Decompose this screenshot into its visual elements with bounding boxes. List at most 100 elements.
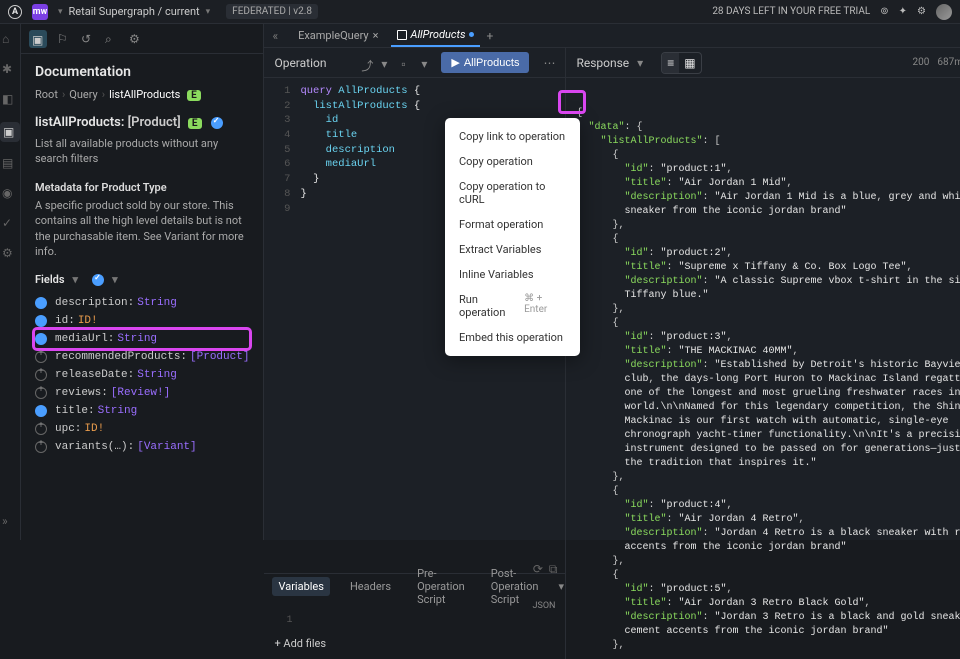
chevron-down-icon[interactable]: ▾ (58, 7, 63, 17)
operation-tabs: « ExampleQuery × AllProducts + (264, 24, 960, 48)
menu-copy-curl[interactable]: Copy operation to cURL (445, 174, 580, 212)
chevron-down-icon[interactable]: ▾ (421, 57, 433, 69)
org-badge[interactable]: mw (32, 4, 48, 20)
chevron-down-icon[interactable]: ▾ (558, 580, 564, 593)
field-reviews[interactable]: reviews: [Review!] (35, 384, 249, 402)
tab-allproducts[interactable]: AllProducts (391, 24, 481, 47)
more-menu-button[interactable]: ⋯ (543, 56, 555, 70)
check-icon (35, 315, 47, 327)
run-button[interactable]: ▶ AllProducts (441, 52, 529, 73)
table-view-icon[interactable]: ▦ (679, 53, 700, 73)
field-id[interactable]: id: ID! (35, 312, 249, 330)
rail-checks-icon[interactable]: ✓ (2, 216, 18, 232)
notifications-icon[interactable]: ✦ (899, 6, 907, 17)
operation-menu: Copy link to operation Copy operation Co… (445, 118, 580, 356)
lifebuoy-icon[interactable]: ⊚ (880, 6, 888, 17)
chevron-down-icon[interactable]: ▾ (381, 57, 393, 69)
save-icon[interactable]: ▫ (401, 57, 413, 69)
federated-badge: FEDERATED | v2.8 (226, 4, 318, 19)
tab-examplequery[interactable]: ExampleQuery × (292, 25, 384, 46)
history-icon[interactable]: ↺ (81, 32, 95, 46)
chevron-down-icon[interactable]: ▾ (206, 7, 211, 17)
breadcrumb[interactable]: Root›Query›listAllProducts E (35, 88, 249, 101)
topbar: A mw ▾ Retail Supergraph / current ▾ FED… (0, 0, 960, 24)
plus-icon (35, 387, 47, 399)
tab-headers[interactable]: Headers (344, 577, 397, 596)
field-title[interactable]: title: String (35, 402, 249, 420)
fields-heading: Fields ▾ ▾ (35, 273, 249, 286)
field-variants[interactable]: variants(…): [Variant] (35, 438, 249, 456)
bookmark-icon[interactable]: ⚐ (57, 32, 71, 46)
tab-variables[interactable]: Variables (272, 577, 330, 596)
rail-clients-icon[interactable]: ◉ (2, 186, 18, 202)
rail-graph-icon[interactable]: ✱ (2, 62, 18, 78)
type-description: List all available products without any … (35, 136, 249, 167)
rail-changes-icon[interactable]: ▤ (2, 156, 18, 172)
avatar[interactable] (936, 4, 952, 20)
unsaved-dot-icon (469, 32, 474, 37)
menu-embed[interactable]: Embed this operation (445, 325, 580, 350)
plus-icon (35, 423, 47, 435)
view-toggle[interactable]: ≡ ▦ (661, 52, 701, 74)
share-icon[interactable]: ⤴ (361, 57, 373, 69)
menu-copy-operation[interactable]: Copy operation (445, 149, 580, 174)
rail-schema-icon[interactable]: ◧ (2, 92, 18, 108)
close-icon[interactable]: × (373, 29, 379, 42)
metadata-heading: Metadata for Product Type (35, 181, 249, 194)
entity-badge: E (188, 118, 202, 129)
plus-icon (35, 351, 47, 363)
prettify-icon[interactable]: ⟳ (533, 562, 543, 577)
variables-editor[interactable]: 1 (264, 615, 565, 631)
field-mediaurl[interactable]: mediaUrl: String (35, 330, 249, 348)
menu-format[interactable]: Format operation (445, 212, 580, 237)
response-body[interactable]: { "data": { "listAllProducts": [ { "id":… (566, 101, 960, 659)
check-icon (35, 405, 47, 417)
field-releasedate[interactable]: releaseDate: String (35, 366, 249, 384)
entity-badge: E (187, 90, 201, 101)
rail-settings-icon[interactable]: ⚙ (2, 246, 18, 262)
documentation-panel: ▣ ⚐ ↺ ⌕ ⚙ Documentation Root›Query›listA… (21, 24, 264, 540)
response-title: Response (576, 56, 629, 70)
check-icon (35, 297, 47, 309)
gear-icon[interactable]: ⚙ (129, 32, 143, 46)
trial-notice[interactable]: 28 DAYS LEFT IN YOUR FREE TRIAL (712, 6, 870, 17)
menu-inline-vars[interactable]: Inline Variables (445, 262, 580, 287)
check-icon[interactable] (92, 274, 104, 286)
status-code: 200 (913, 57, 930, 68)
graph-breadcrumb[interactable]: Retail Supergraph / current (69, 5, 200, 18)
doc-toolbar: ▣ ⚐ ↺ ⌕ ⚙ (21, 24, 263, 54)
operation-bottom-tabs: Variables Headers Pre-Operation Script P… (264, 573, 565, 599)
field-upc[interactable]: upc: ID! (35, 420, 249, 438)
list-view-icon[interactable]: ≡ (662, 53, 679, 73)
search-icon[interactable]: ⌕ (105, 32, 119, 46)
document-icon (397, 30, 407, 40)
plus-icon (35, 369, 47, 381)
rail-explorer-icon[interactable]: ▣ (0, 122, 20, 142)
menu-extract-vars[interactable]: Extract Variables (445, 237, 580, 262)
response-time: 687ms (937, 57, 960, 68)
copy-icon[interactable]: ⧉ (549, 562, 558, 577)
settings-gear-icon[interactable]: ⚙ (917, 6, 926, 17)
menu-run[interactable]: Run operation⌘ + Enter (445, 287, 580, 325)
left-rail: ⌂ ✱ ◧ ▣ ▤ ◉ ✓ ⚙ » (0, 24, 21, 540)
apollo-logo-icon[interactable]: A (8, 5, 22, 19)
chevron-down-icon[interactable]: ▾ (112, 273, 118, 286)
chevron-down-icon[interactable]: ▾ (637, 56, 643, 70)
documentation-heading: Documentation (35, 64, 249, 80)
menu-copy-link[interactable]: Copy link to operation (445, 124, 580, 149)
field-description[interactable]: description: String (35, 294, 249, 312)
chevron-down-icon[interactable]: ▾ (73, 273, 79, 286)
operation-title: Operation (274, 56, 353, 70)
field-recommended[interactable]: recommendedProducts: [Product] (35, 348, 249, 366)
rail-expand-icon[interactable]: » (2, 514, 18, 530)
metadata-description: A specific product sold by our store. Th… (35, 198, 249, 260)
rail-home-icon[interactable]: ⌂ (2, 32, 18, 48)
check-icon (211, 117, 223, 129)
collapse-icon[interactable]: « (272, 29, 278, 43)
json-label: JSON (264, 599, 565, 615)
type-signature: listAllProducts: [Product] E (35, 115, 249, 130)
plus-icon (35, 441, 47, 453)
docs-toggle-icon[interactable]: ▣ (29, 30, 47, 48)
add-tab-icon[interactable]: + (486, 29, 493, 43)
add-files-button[interactable]: + Add files (264, 631, 565, 659)
